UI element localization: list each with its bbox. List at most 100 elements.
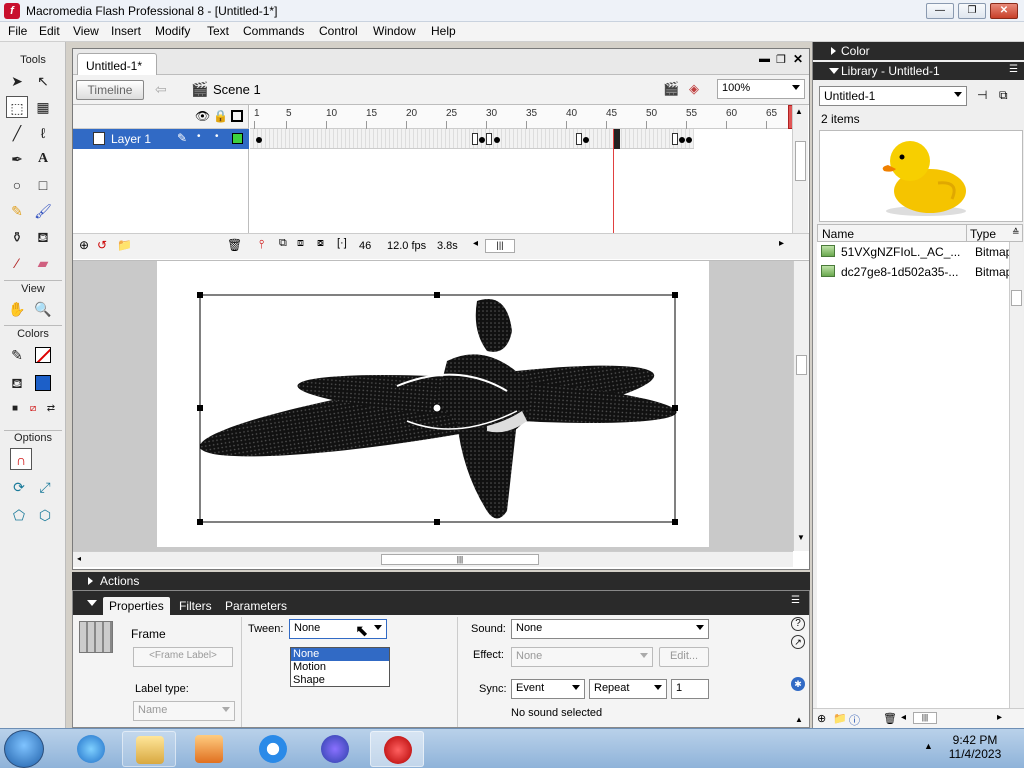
doc-minimize-icon[interactable]: ▬: [759, 53, 770, 65]
library-vertical-scrollbar[interactable]: [1009, 242, 1023, 708]
repeat-select[interactable]: Repeat: [589, 679, 667, 699]
keyframe[interactable]: [679, 137, 685, 143]
oval-tool-icon[interactable]: ○: [6, 174, 28, 196]
scroll-thumb[interactable]: [796, 355, 807, 375]
keyframe[interactable]: [686, 137, 692, 143]
outline-icon[interactable]: [231, 110, 243, 122]
edit-multiple-frames-icon[interactable]: ⧇: [317, 237, 324, 250]
restore-button[interactable]: ❐: [958, 3, 986, 19]
back-arrow-icon[interactable]: ⇦: [155, 81, 167, 98]
keyframe-span[interactable]: [576, 133, 582, 145]
menu-file[interactable]: File: [6, 24, 29, 38]
edit-symbols-icon[interactable]: ◈: [689, 81, 699, 97]
timeline-toggle-button[interactable]: Timeline: [76, 80, 144, 100]
tween-option-motion[interactable]: Motion: [291, 661, 389, 674]
distort-icon[interactable]: ⬠: [8, 504, 30, 526]
menu-view[interactable]: View: [71, 24, 101, 38]
column-type[interactable]: Type: [970, 227, 996, 241]
library-panel-header[interactable]: Library - Untitled-1 ☰: [813, 62, 1024, 80]
close-window-button[interactable]: ✕: [990, 3, 1018, 19]
lasso-tool-icon[interactable]: ℓ: [32, 122, 54, 144]
fill-transform-tool-icon[interactable]: ▦: [32, 96, 54, 118]
frame-label-input[interactable]: <Frame Label>: [133, 647, 233, 667]
new-folder-icon[interactable]: 📁: [833, 712, 847, 725]
lock-icon[interactable]: 🔒: [213, 109, 228, 123]
timeline-hscroll-thumb[interactable]: |||: [485, 239, 515, 253]
stroke-color-swatch[interactable]: [32, 344, 54, 366]
sync-select[interactable]: Event: [511, 679, 585, 699]
paint-bucket-tool-icon[interactable]: ⛾: [32, 226, 54, 248]
start-button[interactable]: [4, 730, 44, 768]
menu-text[interactable]: Text: [205, 24, 231, 38]
expand-panel-icon[interactable]: ▲: [795, 715, 803, 724]
delete-layer-icon[interactable]: 🗑: [227, 238, 242, 252]
hand-tool-icon[interactable]: ✋: [6, 298, 28, 320]
column-name[interactable]: Name: [822, 227, 854, 241]
panel-menu-icon[interactable]: ☰: [1009, 64, 1018, 75]
scale-icon[interactable]: ⤢: [34, 476, 56, 498]
pencil-tool-icon[interactable]: ✎: [6, 200, 28, 222]
stage-horizontal-scrollbar[interactable]: ◂ |||: [73, 551, 793, 567]
menu-control[interactable]: Control: [317, 24, 360, 38]
scroll-right-icon[interactable]: ▸: [779, 238, 784, 249]
effect-select[interactable]: None: [511, 647, 653, 667]
scroll-left-icon[interactable]: ◂: [77, 554, 81, 563]
doc-restore-icon[interactable]: ❐: [776, 53, 786, 66]
pen-tool-icon[interactable]: ✒: [6, 148, 28, 170]
tween-option-shape[interactable]: Shape: [291, 674, 389, 687]
menu-help[interactable]: Help: [429, 24, 458, 38]
visible-dot-icon[interactable]: •: [197, 131, 201, 142]
keyframe-span[interactable]: [672, 133, 678, 145]
zoom-tool-icon[interactable]: 🔍: [32, 298, 54, 320]
scroll-left-icon[interactable]: ◂: [901, 712, 906, 723]
fill-color-swatch[interactable]: [32, 372, 54, 394]
actions-panel-header[interactable]: Actions: [72, 572, 810, 590]
eraser-tool-icon[interactable]: ▰: [32, 252, 54, 274]
new-library-panel-icon[interactable]: ⧉: [999, 88, 1008, 103]
menu-commands[interactable]: Commands: [241, 24, 306, 38]
sound-select[interactable]: None: [511, 619, 709, 639]
delete-icon[interactable]: 🗑: [883, 712, 897, 725]
eyedropper-tool-icon[interactable]: ⁄: [6, 252, 28, 274]
document-tab[interactable]: Untitled-1*: [77, 53, 157, 75]
scroll-up-icon[interactable]: ▲: [795, 107, 803, 116]
keyframe[interactable]: [583, 137, 589, 143]
repeat-count-input[interactable]: 1: [671, 679, 709, 699]
tween-option-none[interactable]: None: [291, 648, 389, 661]
current-frame-marker[interactable]: [614, 129, 620, 149]
subselection-tool-icon[interactable]: ↖: [32, 70, 54, 92]
stage-vertical-scrollbar[interactable]: ▼: [793, 261, 809, 551]
layer-name[interactable]: Layer 1: [111, 132, 151, 146]
onion-skin-outlines-icon[interactable]: ⧈: [297, 237, 304, 250]
panel-menu-icon[interactable]: ☰: [791, 595, 800, 606]
scroll-right-icon[interactable]: ▸: [997, 712, 1002, 723]
taskbar-browser[interactable]: [246, 731, 300, 767]
edit-scene-icon[interactable]: 🎬: [663, 81, 679, 97]
tab-properties[interactable]: Properties: [103, 597, 170, 615]
show-hidden-icons-icon[interactable]: ▲: [924, 741, 933, 751]
modify-onion-markers-icon[interactable]: [·]: [337, 237, 347, 249]
accessibility-icon[interactable]: ↗: [791, 635, 805, 649]
onion-skin-icon[interactable]: ⧉: [279, 237, 287, 250]
line-tool-icon[interactable]: ╱: [6, 122, 28, 144]
center-frame-icon[interactable]: ⫯: [259, 237, 264, 252]
scroll-left-icon[interactable]: ◂: [473, 238, 478, 249]
new-symbol-icon[interactable]: ⊕: [817, 712, 826, 725]
scroll-thumb[interactable]: |||: [381, 554, 539, 565]
ink-bottle-tool-icon[interactable]: ⚱: [6, 226, 28, 248]
brush-tool-icon[interactable]: 🖌: [32, 200, 54, 222]
insert-layer-icon[interactable]: ⊕: [79, 238, 89, 252]
taskbar-app[interactable]: [308, 731, 362, 767]
show-hide-eye-icon[interactable]: 👁: [195, 109, 210, 123]
scroll-thumb[interactable]: [795, 141, 806, 181]
color-panel-header[interactable]: Color: [813, 42, 1024, 60]
taskbar-flash[interactable]: [370, 731, 424, 767]
keyframe[interactable]: [494, 137, 500, 143]
menu-insert[interactable]: Insert: [109, 24, 143, 38]
pin-icon[interactable]: ⊣: [977, 88, 987, 102]
envelope-icon[interactable]: ⬡: [34, 504, 56, 526]
tab-filters[interactable]: Filters: [173, 597, 218, 615]
properties-icon[interactable]: ⓘ: [849, 712, 860, 728]
system-clock[interactable]: 9:42 PM 11/4/2023: [940, 733, 1010, 761]
collapse-triangle-icon[interactable]: [87, 600, 97, 606]
